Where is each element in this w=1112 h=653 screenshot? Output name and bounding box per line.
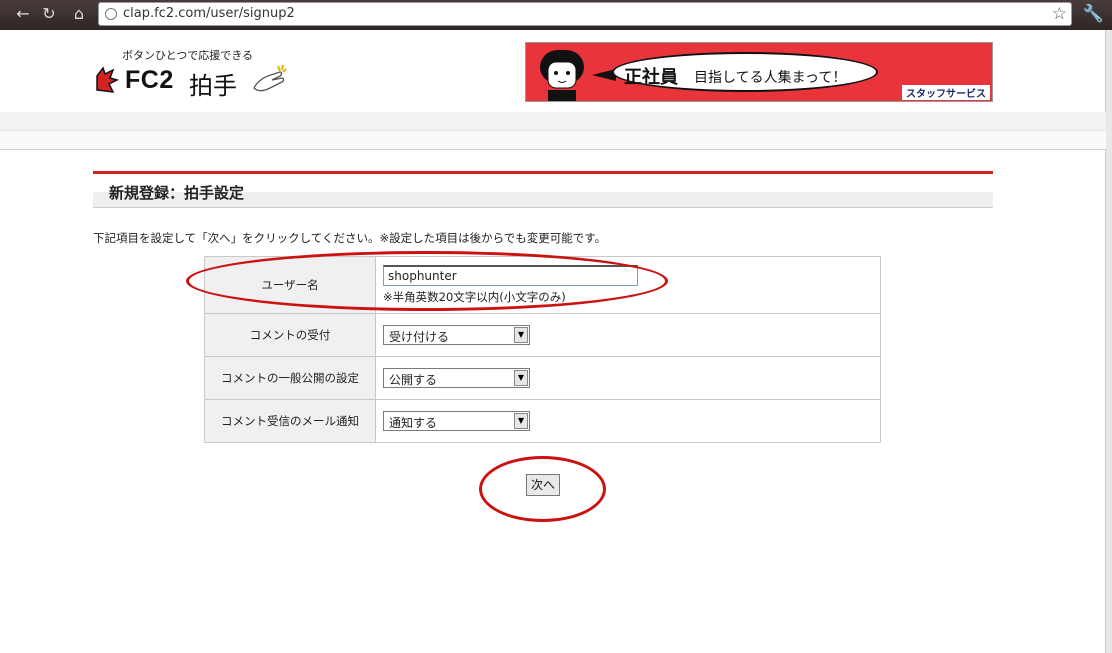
logo-tagline: ボタンひとつで応援できる	[122, 49, 254, 62]
form-row-comment-public: コメントの一般公開の設定 公開する ▼	[204, 356, 881, 400]
globe-icon	[105, 8, 117, 20]
username-note: ※半角英数20文字以内(小文字のみ)	[383, 290, 566, 304]
banner-headline: 正社員	[624, 67, 678, 88]
form-row-username: ユーザー名 ※半角英数20文字以内(小文字のみ)	[204, 256, 881, 314]
home-icon[interactable]: ⌂	[70, 5, 88, 23]
banner-text: 目指してる人集まって！	[694, 70, 847, 86]
chevron-down-icon[interactable]: ▼	[514, 327, 528, 343]
chevron-down-icon[interactable]: ▼	[514, 370, 528, 386]
page-title-bar: 新規登録：拍手設定	[93, 174, 993, 208]
banner-brand: スタッフサービス	[902, 85, 990, 100]
comment-accept-value: 受け付ける	[389, 330, 450, 344]
bookmark-star-icon[interactable]: ☆	[1052, 4, 1067, 24]
global-nav-bar	[0, 112, 1106, 130]
form-row-comment-accept: コメントの受付 受け付ける ▼	[204, 313, 881, 357]
scrollbar[interactable]	[1105, 30, 1112, 653]
comment-public-label: コメントの一般公開の設定	[204, 356, 376, 400]
fc2-logo-icon[interactable]	[93, 64, 121, 94]
form-row-comment-mail: コメント受信のメール通知 通知する ▼	[204, 399, 881, 443]
logo-text[interactable]: FC2	[125, 66, 174, 95]
username-label: ユーザー名	[204, 256, 376, 314]
intro-text: 下記項目を設定して「次へ」をクリックしてください。※設定した項目は後からでも変更…	[93, 231, 607, 245]
comment-mail-label: コメント受信のメール通知	[204, 399, 376, 443]
logo-jp-text[interactable]: 拍手	[189, 66, 237, 101]
wrench-icon[interactable]: 🔧	[1083, 4, 1104, 24]
page-title: 新規登録：拍手設定	[109, 184, 245, 202]
username-input[interactable]	[383, 265, 638, 286]
comment-public-select[interactable]: 公開する ▼	[383, 368, 530, 388]
browser-toolbar: ← ↻ ⌂ clap.fc2.com/user/signup2 ☆ 🔧	[0, 0, 1112, 30]
sub-nav-bar	[0, 130, 1106, 150]
next-button[interactable]: 次へ	[526, 474, 560, 496]
settings-table: ユーザー名 ※半角英数20文字以内(小文字のみ) コメントの受付 受け付ける ▼…	[204, 256, 881, 443]
address-bar[interactable]: clap.fc2.com/user/signup2 ☆	[98, 2, 1072, 26]
chevron-down-icon[interactable]: ▼	[514, 413, 528, 429]
clap-hand-icon	[253, 64, 287, 92]
reload-icon[interactable]: ↻	[40, 5, 58, 23]
ad-banner[interactable]: 正社員 目指してる人集まって！ スタッフサービス	[525, 42, 993, 102]
comment-mail-value: 通知する	[389, 416, 438, 430]
comment-mail-select[interactable]: 通知する ▼	[383, 411, 530, 431]
girl-illustration-icon	[540, 50, 584, 101]
back-icon[interactable]: ←	[14, 5, 32, 23]
address-url: clap.fc2.com/user/signup2	[123, 6, 295, 21]
comment-accept-select[interactable]: 受け付ける ▼	[383, 325, 530, 345]
comment-public-value: 公開する	[389, 373, 438, 387]
comment-accept-label: コメントの受付	[204, 313, 376, 357]
